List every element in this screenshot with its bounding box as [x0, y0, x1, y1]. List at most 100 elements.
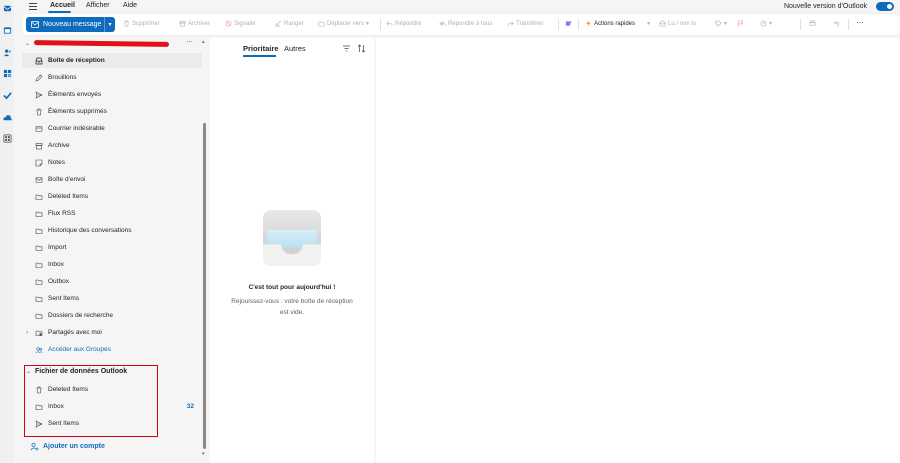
empty-state-subtitle: Réjouissez-vous : votre boîte de récepti…	[231, 298, 353, 316]
tab-aide[interactable]: Aide	[123, 2, 137, 9]
onedrive-cloud-icon[interactable]	[2, 112, 12, 122]
folder-item-deleted[interactable]: Éléments supprimés	[22, 104, 202, 119]
folder-item-outbox-en[interactable]: Outbox	[22, 274, 202, 289]
scroll-up-arrow[interactable]: ▴	[202, 39, 205, 45]
chevron-down-icon: ▾	[366, 21, 370, 27]
people-icon[interactable]	[2, 47, 12, 57]
folder-item-conversation-history[interactable]: Historique des conversations	[22, 223, 202, 238]
apps-grid-icon[interactable]	[2, 133, 12, 143]
forward-icon	[507, 21, 514, 26]
tab-focused[interactable]: Prioritaire	[243, 44, 278, 53]
tab-accueil[interactable]: Accueil	[50, 2, 75, 9]
outbox-icon	[35, 176, 43, 183]
folder-icon	[35, 279, 43, 285]
snooze-button[interactable]: ▾	[760, 20, 772, 27]
tab-other[interactable]: Autres	[284, 44, 306, 53]
folder-icon	[35, 313, 43, 319]
lightning-icon	[586, 20, 591, 27]
app-rail	[0, 0, 14, 463]
chevron-down-icon: ▾	[769, 21, 773, 27]
shared-icon	[35, 330, 43, 336]
undo-button[interactable]	[833, 20, 840, 27]
add-account-button[interactable]: Ajouter un compte	[22, 439, 202, 453]
chevron-down-icon[interactable]: ▾	[104, 17, 115, 32]
shield-icon	[225, 20, 232, 27]
undo-icon	[834, 21, 840, 27]
folder-item-sent-items[interactable]: Sent Items	[22, 291, 202, 306]
forward-button[interactable]: Transférer	[507, 20, 543, 27]
scroll-down-arrow[interactable]: ▾	[202, 451, 205, 457]
active-tab-indicator	[243, 55, 276, 57]
filter-icon[interactable]	[342, 44, 351, 53]
more-options-button[interactable]: ···	[856, 18, 864, 27]
todo-check-icon[interactable]	[2, 90, 12, 100]
highlight-box	[24, 365, 158, 437]
folder-icon	[35, 194, 43, 200]
new-message-split-button: Nouveau message ▾	[26, 17, 115, 32]
report-button[interactable]: Signaler	[225, 20, 256, 27]
reply-all-icon	[439, 21, 446, 26]
folder-item-shared-with-me[interactable]: › Partagés avec moi	[22, 325, 202, 340]
inbox-icon	[35, 57, 43, 64]
groups-icon	[35, 346, 43, 353]
folder-item-outbox-fr[interactable]: Boîte d'envoi	[22, 172, 202, 187]
more-options-icon[interactable]: ⋯	[186, 38, 193, 46]
tab-afficher[interactable]: Afficher	[86, 2, 110, 9]
unread-count-badge: 32	[186, 403, 194, 410]
active-tab-indicator	[48, 11, 71, 13]
groups-icon[interactable]	[2, 68, 12, 78]
ribbon-divider	[578, 19, 579, 30]
message-list-pane: Prioritaire Autres C'est tout pour aujou…	[210, 38, 374, 463]
sweep-button[interactable]: Ranger	[275, 20, 304, 27]
empty-state-title: C'est tout pour aujourd'hui !	[248, 284, 336, 291]
reply-icon	[386, 21, 393, 26]
folder-item-import[interactable]: Import	[22, 240, 202, 255]
flag-button[interactable]	[737, 20, 744, 27]
folder-icon	[35, 296, 43, 302]
new-message-button[interactable]: Nouveau message	[26, 17, 104, 32]
folder-icon	[35, 228, 43, 234]
archive-button[interactable]: Archiver	[179, 20, 210, 27]
ribbon-divider	[380, 19, 381, 30]
new-version-toggle[interactable]	[876, 2, 894, 11]
delete-button[interactable]: Supprimer	[123, 20, 160, 27]
reply-all-button[interactable]: Répondre à tous	[439, 20, 492, 27]
hamburger-menu-icon[interactable]	[28, 1, 38, 11]
folder-item-search-folders[interactable]: Dossiers de recherche	[22, 308, 202, 323]
chevron-right-icon[interactable]: ›	[26, 330, 28, 336]
folder-item-junk[interactable]: Courrier indésirable	[22, 121, 202, 136]
folder-icon	[35, 245, 43, 251]
note-icon	[35, 159, 43, 166]
teams-icon	[565, 21, 572, 26]
folder-item-inbox-en[interactable]: Inbox	[22, 257, 202, 272]
tag-button[interactable]: ▾	[715, 20, 727, 27]
print-button[interactable]	[809, 20, 816, 27]
read-unread-button[interactable]: Lu / non lu	[659, 20, 696, 27]
new-version-label: Nouvelle version d'Outlook	[783, 3, 867, 10]
new-message-label: Nouveau message	[43, 21, 102, 28]
chevron-down-icon[interactable]: ▾	[647, 20, 650, 27]
sort-icon[interactable]	[357, 44, 366, 53]
reply-button[interactable]: Répondre	[386, 20, 421, 27]
folder-item-sent[interactable]: Éléments envoyés	[22, 87, 202, 102]
folder-pane-scrollbar[interactable]	[203, 123, 206, 449]
folder-item-notes[interactable]: Notes	[22, 155, 202, 170]
access-groups-link[interactable]: Accéder aux Groupes	[22, 342, 202, 357]
move-to-button[interactable]: Déplacer vers ▾	[318, 20, 369, 27]
folder-item-archive[interactable]: Archive	[22, 138, 202, 153]
folder-item-drafts[interactable]: Brouillons	[22, 70, 202, 85]
teams-share-button[interactable]	[565, 20, 572, 27]
calendar-icon[interactable]	[2, 25, 12, 35]
send-icon	[35, 90, 43, 99]
folder-icon	[35, 262, 43, 268]
mail-icon[interactable]	[2, 3, 12, 13]
reading-pane	[376, 38, 900, 463]
folder-item-rss[interactable]: Flux RSS	[22, 206, 202, 221]
folder-item-deleted-items[interactable]: Deleted Items	[22, 189, 202, 204]
junk-icon	[35, 125, 43, 132]
clock-icon	[760, 20, 767, 27]
folder-item-inbox[interactable]: Boîte de réception	[22, 53, 202, 68]
mail-compose-icon	[31, 21, 39, 28]
quick-actions-button[interactable]: Actions rapides	[585, 20, 635, 27]
chevron-down-icon[interactable]: ⌄	[25, 40, 30, 47]
